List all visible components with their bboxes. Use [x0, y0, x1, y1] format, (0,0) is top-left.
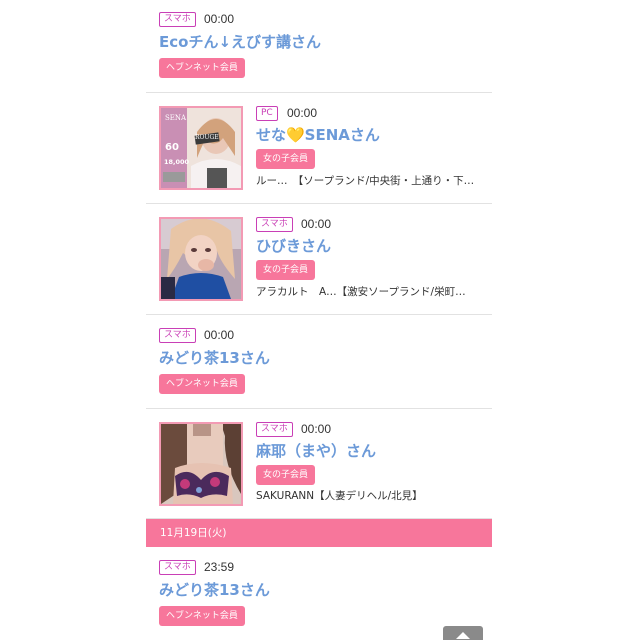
member-type-badge: 女の子会員 — [256, 465, 316, 485]
thumb-label-rouge: ROUGE — [195, 134, 219, 141]
access-time: 00:00 — [287, 106, 318, 120]
member-type-badge: ヘブンネット会員 — [159, 374, 245, 394]
list-item[interactable]: スマホ 00:00 Ecoチん↓えびす講さん ヘブンネット会員 — [146, 0, 492, 93]
shop-info[interactable]: アラカルト A…【激安ソープランド/栄町… — [256, 286, 482, 299]
shop-info[interactable]: SAKURANN【人妻デリヘル/北見】 — [256, 490, 482, 503]
shop-info[interactable]: ルー… 【ソープランド/中央街・上通り・下… — [256, 175, 482, 188]
profile-photo — [161, 424, 241, 504]
profile-photo — [161, 219, 241, 299]
list-item[interactable]: スマホ 23:59 みどり茶13さん ヘブンネット会員 — [146, 547, 492, 640]
member-name-link[interactable]: みどり茶13さん — [159, 581, 270, 599]
list-item[interactable]: スマホ 00:00 ひびきさん 女の子会員 アラカルト A…【激安ソープランド/… — [146, 204, 492, 315]
thumb-label-minutes: 60 — [165, 142, 179, 153]
member-type-badge: ヘブンネット会員 — [159, 606, 245, 626]
member-name-link[interactable]: Ecoチん↓えびす講さん — [159, 33, 321, 51]
device-badge: スマホ — [256, 422, 293, 437]
device-badge: PC — [256, 106, 278, 121]
device-badge: スマホ — [256, 217, 293, 232]
member-type-badge: 女の子会員 — [256, 260, 316, 280]
member-type-badge: ヘブンネット会員 — [159, 58, 245, 78]
access-time: 00:00 — [301, 422, 332, 436]
scroll-top-button[interactable] — [443, 626, 483, 640]
member-name-link[interactable]: みどり茶13さん — [159, 349, 270, 367]
list-item[interactable]: SENA ROUGE 60 18,000 PC 00:00 せな💛SENAさん … — [146, 93, 492, 204]
profile-thumbnail[interactable] — [159, 422, 243, 506]
member-name-link[interactable]: 麻耶（まや）さん — [256, 442, 376, 460]
thumb-label-sena: SENA — [165, 114, 187, 122]
access-time: 00:00 — [301, 217, 332, 231]
access-history-list: スマホ 00:00 Ecoチん↓えびす講さん ヘブンネット会員 SENA ROU… — [146, 0, 492, 640]
access-time: 00:00 — [204, 12, 235, 26]
date-divider: 11月19日(火) — [146, 519, 492, 547]
list-item[interactable]: スマホ 00:00 麻耶（まや）さん 女の子会員 SAKURANN【人妻デリヘル… — [146, 409, 492, 519]
access-time: 00:00 — [204, 328, 235, 342]
device-badge: スマホ — [159, 12, 196, 27]
device-badge: スマホ — [159, 328, 196, 343]
profile-thumbnail[interactable]: SENA ROUGE 60 18,000 — [159, 106, 243, 190]
list-item[interactable]: スマホ 00:00 みどり茶13さん ヘブンネット会員 — [146, 315, 492, 409]
member-name-link[interactable]: せな💛SENAさん — [256, 126, 380, 144]
member-name-link[interactable]: ひびきさん — [256, 237, 331, 255]
access-time: 23:59 — [204, 560, 235, 574]
device-badge: スマホ — [159, 560, 196, 575]
member-type-badge: 女の子会員 — [256, 149, 316, 169]
chevron-up-icon — [456, 632, 470, 639]
thumb-label-price: 18,000 — [164, 158, 190, 166]
profile-thumbnail[interactable] — [159, 217, 243, 301]
